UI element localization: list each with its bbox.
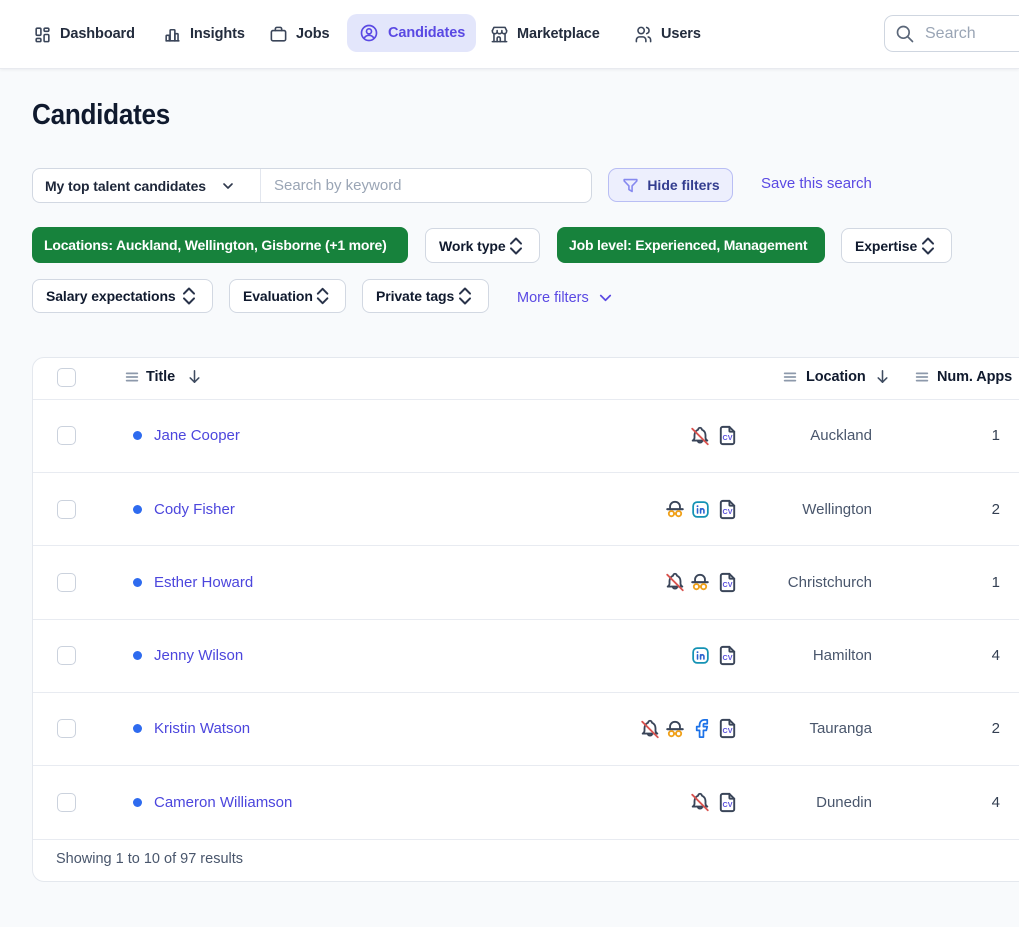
svg-text:CV: CV xyxy=(722,580,732,588)
svg-text:CV: CV xyxy=(722,800,732,808)
svg-text:CV: CV xyxy=(722,727,732,735)
svg-text:CV: CV xyxy=(722,654,732,662)
svg-text:CV: CV xyxy=(722,507,732,515)
svg-text:CV: CV xyxy=(722,434,732,442)
